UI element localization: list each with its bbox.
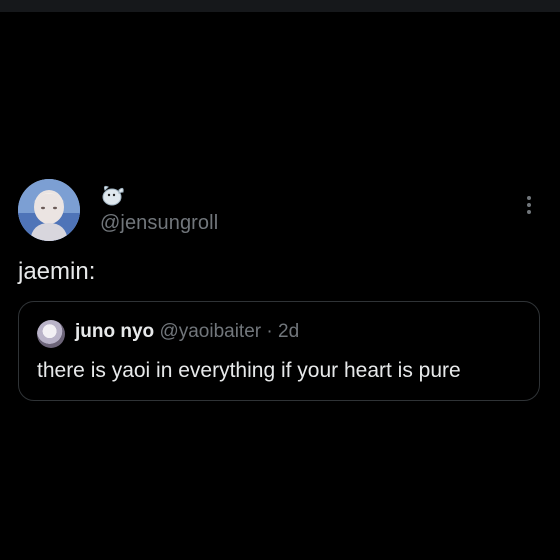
quoted-author-handle[interactable]: @yaoibaiter	[159, 321, 261, 342]
seal-emoji-icon	[100, 182, 126, 208]
tweet-text: jaemin:	[18, 258, 96, 285]
more-options-button[interactable]	[520, 190, 538, 220]
author-handle[interactable]: @jensungroll	[100, 212, 218, 235]
quoted-tweet-text: there is yaoi in everything if your hear…	[37, 359, 461, 382]
more-vertical-icon	[527, 196, 531, 200]
quoted-tweet-card[interactable]: juno nyo @yaoibaiter · 2d there is yaoi …	[18, 301, 540, 401]
author-avatar[interactable]	[18, 179, 80, 241]
quoted-tweet-time[interactable]: 2d	[278, 321, 299, 342]
quoted-author-name[interactable]: juno nyo	[75, 321, 154, 342]
quoted-author-avatar[interactable]	[37, 320, 65, 348]
separator-dot: ·	[266, 321, 273, 342]
quoted-tweet-header: juno nyo @yaoibaiter · 2d	[75, 321, 299, 343]
top-bar	[0, 0, 560, 12]
